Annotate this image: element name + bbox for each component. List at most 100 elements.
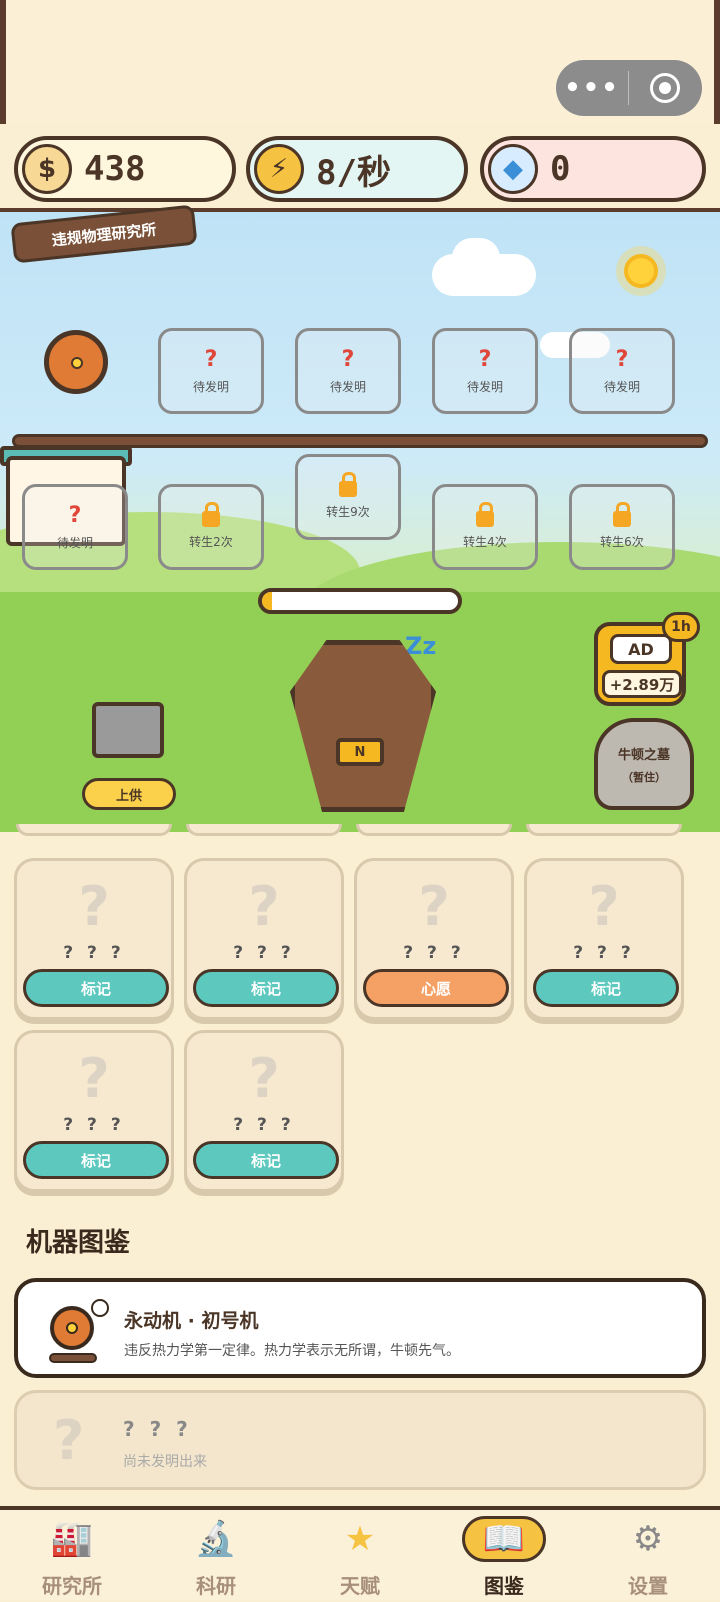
offer-button[interactable]: 上供 <box>82 778 176 810</box>
ad-reward-button[interactable]: AD +2.89万 1h <box>594 612 700 706</box>
invention-slot[interactable]: ? 待发明 <box>569 328 675 414</box>
card-cutoff <box>356 824 512 836</box>
slot-label: 转生6次 <box>600 534 644 549</box>
tab-label: 天赋 <box>340 1574 380 1598</box>
coins-counter: $ 438 <box>14 136 236 202</box>
invention-slot[interactable]: ? 待发明 <box>432 328 538 414</box>
question-icon: ? <box>78 875 110 938</box>
card-title: ? ? ? <box>63 943 125 963</box>
tab-lab[interactable]: 🏭 研究所 <box>12 1516 132 1602</box>
gems-value: 0 <box>550 149 571 189</box>
gems-counter: ◆ 0 <box>480 136 706 202</box>
more-icon[interactable]: ••• <box>556 73 628 103</box>
tab-label: 图鉴 <box>484 1574 524 1598</box>
bottom-nav: 🏭 研究所 🔬 科研 ★ 天赋 📖 图鉴 ⚙ 设置 <box>0 1506 720 1600</box>
lock-icon <box>339 471 357 497</box>
slot-label: 待发明 <box>603 379 640 394</box>
question-icon: ? <box>341 346 355 372</box>
unknown-invention-card: ? ? ? ? 标记 <box>524 858 684 1020</box>
tab-settings[interactable]: ⚙ 设置 <box>588 1516 708 1602</box>
mark-button[interactable]: 标记 <box>193 1141 339 1179</box>
ad-timer-badge: 1h <box>662 612 700 642</box>
question-icon: ? <box>68 502 82 528</box>
star-icon: ★ <box>344 1519 376 1559</box>
shelf <box>12 434 708 448</box>
wheel-machine-icon <box>49 1299 109 1363</box>
mark-button[interactable]: 标记 <box>193 969 339 1007</box>
top-status-area: ••• <box>0 0 720 124</box>
question-icon: ? <box>588 875 620 938</box>
slot-label: 待发明 <box>329 379 366 394</box>
close-miniprogram-icon[interactable] <box>629 73 701 103</box>
catalog-entry[interactable]: 永动机 · 初号机 违反热力学第一定律。热力学表示无所谓，牛顿先气。 <box>14 1278 706 1378</box>
card-title: ? ? ? <box>233 943 295 963</box>
energy-value: 8/秒 <box>316 152 391 193</box>
tab-research[interactable]: 🔬 科研 <box>156 1516 276 1602</box>
slot-label: 转生2次 <box>189 534 233 549</box>
mark-button[interactable]: 标记 <box>23 1141 169 1179</box>
mark-button[interactable]: 标记 <box>23 969 169 1007</box>
wheel-machine-icon[interactable] <box>44 330 108 394</box>
unknown-invention-card: ? ? ? ? 标记 <box>14 1030 174 1192</box>
question-icon: ? <box>615 346 629 372</box>
invention-slot[interactable]: ? 待发明 <box>158 328 264 414</box>
slot-label: 待发明 <box>466 379 503 394</box>
tab-catalog[interactable]: 📖 图鉴 <box>444 1516 564 1602</box>
miniprogram-capsule: ••• <box>556 60 702 116</box>
catalog-entry[interactable]: ? ? ? ? 尚未发明出来 <box>14 1390 706 1490</box>
question-icon: ? <box>478 346 492 372</box>
cloud <box>452 238 500 278</box>
question-icon: ? <box>78 1047 110 1110</box>
diamond-icon: ◆ <box>488 144 538 194</box>
question-icon: ? <box>53 1409 85 1472</box>
tab-label: 科研 <box>196 1574 236 1598</box>
question-icon: ? <box>248 875 280 938</box>
resource-bar: $ 438 ⚡ 8/秒 ◆ 0 <box>0 124 720 212</box>
lock-icon <box>476 501 494 527</box>
factory-icon: 🏭 <box>50 1519 94 1559</box>
mark-button[interactable]: 标记 <box>533 969 679 1007</box>
entry-name: ? ? ? <box>123 1417 192 1441</box>
energy-counter: ⚡ 8/秒 <box>246 136 468 202</box>
lightning-icon: ⚡ <box>254 144 304 194</box>
tomb-status: （暂住） <box>622 770 666 784</box>
unknown-invention-card: ? ? ? ? 心愿 <box>354 858 514 1020</box>
invention-slot[interactable]: ? 待发明 <box>22 484 128 570</box>
ad-label: AD <box>610 634 672 664</box>
card-title: ? ? ? <box>573 943 635 963</box>
question-icon: ? <box>204 346 218 372</box>
locked-slot[interactable]: 转生9次 <box>295 454 401 540</box>
unknown-invention-card: ? ? ? ? 标记 <box>14 858 174 1020</box>
newton-tomb[interactable]: 牛顿之墓 （暂住） <box>594 718 694 810</box>
entry-description: 尚未发明出来 <box>123 1454 207 1470</box>
card-cutoff <box>186 824 342 836</box>
card-cutoff <box>526 824 682 836</box>
invention-slot[interactable]: ? 待发明 <box>295 328 401 414</box>
coins-value: 438 <box>84 149 146 189</box>
progress-fill <box>262 592 272 610</box>
slot-label: 转生9次 <box>326 504 370 519</box>
card-cutoff <box>16 824 172 836</box>
question-icon: ? <box>248 1047 280 1110</box>
card-title: ? ? ? <box>233 1115 295 1135</box>
locked-slot[interactable]: 转生4次 <box>432 484 538 570</box>
card-title: ? ? ? <box>63 1115 125 1135</box>
progress-bar <box>258 588 462 614</box>
gear-icon: ⚙ <box>632 1519 664 1559</box>
tab-label: 研究所 <box>42 1574 102 1598</box>
tab-label: 设置 <box>628 1574 668 1598</box>
locked-slot[interactable]: 转生6次 <box>569 484 675 570</box>
tab-talent[interactable]: ★ 天赋 <box>300 1516 420 1602</box>
unknown-invention-card: ? ? ? ? 标记 <box>184 858 344 1020</box>
catalog-title: 机器图鉴 <box>26 1228 131 1258</box>
wish-button[interactable]: 心愿 <box>363 969 509 1007</box>
lock-icon <box>613 501 631 527</box>
entry-name: 永动机 · 初号机 <box>124 1310 259 1332</box>
unknown-invention-card: ? ? ? ? 标记 <box>184 1030 344 1192</box>
tomb-title: 牛顿之墓 <box>617 747 670 763</box>
book-icon: 📖 <box>462 1516 546 1562</box>
entry-description: 违反热力学第一定律。热力学表示无所谓，牛顿先气。 <box>124 1343 460 1359</box>
locked-slot[interactable]: 转生2次 <box>158 484 264 570</box>
slot-label: 待发明 <box>192 379 229 394</box>
altar[interactable] <box>92 702 164 758</box>
